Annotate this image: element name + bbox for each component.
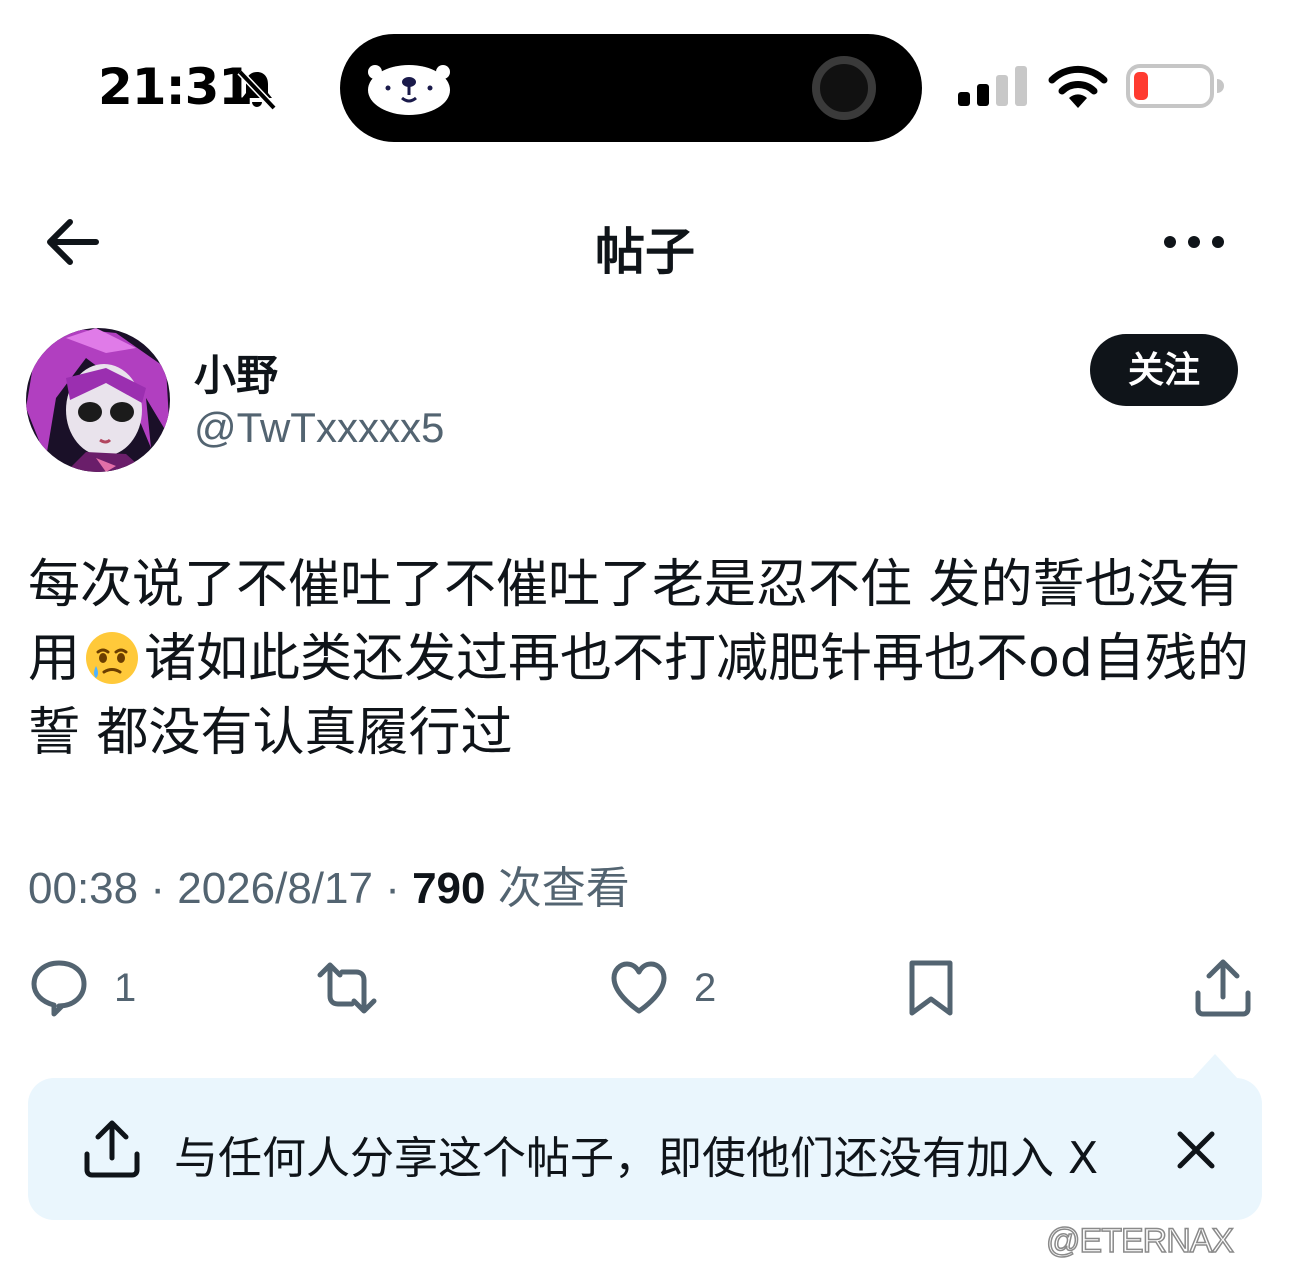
page-title: 帖子 (595, 223, 695, 281)
close-icon[interactable] (1172, 1126, 1220, 1174)
follow-button[interactable]: 关注 (1090, 334, 1238, 406)
post-text: 每次说了不催吐了不催吐了老是忍不住 发的誓也没有用 诸如此类还发过再也不打减肥针… (28, 548, 1268, 770)
repost-icon (317, 962, 377, 1014)
post-date: 2026/8/17 (177, 864, 373, 913)
like-button[interactable]: 2 (608, 958, 716, 1018)
reply-button[interactable]: 1 (28, 958, 136, 1018)
like-count: 2 (694, 965, 717, 1010)
author-handle[interactable]: @TwTxxxxx5 (194, 404, 444, 452)
otter-mascot-icon (368, 65, 450, 115)
author-name[interactable]: 小野 (194, 342, 278, 403)
views-label: 次查看 (485, 864, 630, 913)
share-button[interactable] (1192, 958, 1254, 1018)
view-count[interactable]: 790 (412, 864, 485, 913)
cellular-signal-icon (958, 66, 1027, 106)
meta-separator: · (138, 864, 178, 913)
repost-button[interactable] (316, 958, 378, 1018)
watermark: @ETERNAX (1045, 1221, 1235, 1261)
heart-icon (611, 961, 667, 1014)
battery-low-icon (1126, 64, 1224, 108)
share-icon (84, 1120, 140, 1178)
meta-separator: · (372, 864, 413, 913)
camera-indicator-icon (812, 56, 876, 120)
author-avatar[interactable] (26, 328, 170, 472)
share-banner-text: 与任何人分享这个帖子，即使他们还没有加入 X (174, 1133, 1099, 1184)
wifi-icon (1048, 65, 1108, 108)
more-options-icon[interactable] (1162, 222, 1226, 262)
bookmark-button[interactable] (900, 958, 962, 1018)
reply-count: 1 (114, 965, 137, 1010)
reply-icon (31, 960, 87, 1017)
bell-muted-icon (237, 69, 277, 111)
share-banner[interactable]: 与任何人分享这个帖子，即使他们还没有加入 X (28, 1078, 1262, 1220)
bookmark-icon (909, 960, 953, 1016)
post-time: 00:38 (28, 864, 139, 913)
share-icon (1195, 959, 1251, 1017)
post-meta: 00:38 · 2026/8/17 · 790 次查看 (28, 852, 630, 916)
status-time: 21:31 (98, 58, 253, 116)
face-holding-back-tears-icon (86, 632, 139, 684)
dynamic-island (340, 34, 922, 142)
post-text-part2: 诸如此类还发过再也不打减肥针再也不od自残的誓 都没有认真履行过 (28, 629, 1249, 763)
